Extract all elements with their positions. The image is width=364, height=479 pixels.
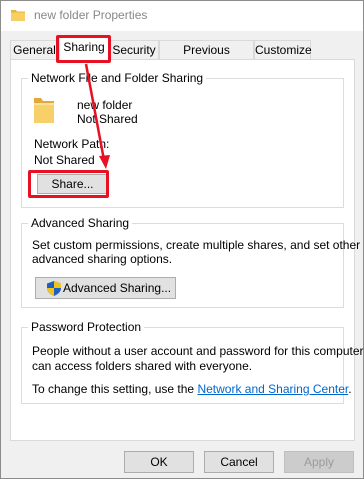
annotation-arrow xyxy=(84,63,110,169)
properties-window: new folder Properties General Sharing Se… xyxy=(0,0,364,479)
